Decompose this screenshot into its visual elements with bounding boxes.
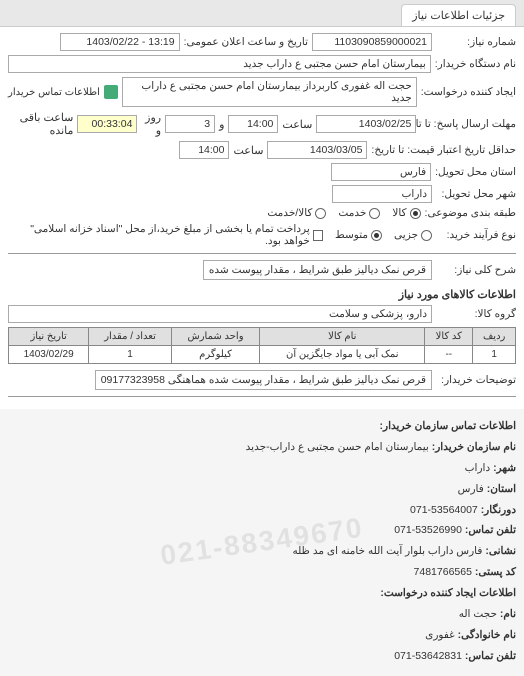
validity-label: حداقل تاریخ اعتبار قیمت: تا تاریخ: bbox=[371, 144, 516, 156]
phone-label: تلفن تماس: bbox=[465, 524, 516, 536]
buyer-notes-field: قرص نمک دیالیز طبق شرایط ، مقدار پیوست ش… bbox=[95, 370, 432, 390]
fname-value: حجت اله bbox=[459, 608, 497, 620]
process-radio-group: جزیی متوسط پرداخت تمام یا بخشی از مبلغ خ… bbox=[8, 223, 432, 247]
delivery-city-field: داراب bbox=[332, 185, 432, 203]
buyer-notes-label: توضیحات خریدار: bbox=[436, 374, 516, 386]
buyer-device-label: نام دستگاه خریدار: bbox=[435, 58, 516, 70]
address-value: فارس داراب بلوار آیت الله خامنه ای مد ظل… bbox=[292, 545, 482, 557]
contact-section-title: اطلاعات تماس سازمان خریدار: bbox=[380, 420, 516, 432]
city-value: داراب bbox=[465, 462, 490, 474]
cell-name: نمک آبی یا مواد جایگزین آن bbox=[260, 346, 425, 364]
overall-desc-field: قرص نمک دیالیز طبق شرایط ، مقدار پیوست ش… bbox=[203, 260, 432, 280]
group-field: دارو، پزشکی و سلامت bbox=[8, 305, 432, 323]
fax-label: دورنگار: bbox=[481, 504, 516, 516]
cell-code: -- bbox=[425, 346, 473, 364]
city-label: شهر: bbox=[493, 462, 516, 474]
th-unit: واحد شمارش bbox=[171, 328, 259, 346]
fax-value: 53564007-071 bbox=[410, 504, 478, 516]
category-label: طبقه بندی موضوعی: bbox=[425, 207, 516, 219]
deadline-date-field: 1403/02/25 bbox=[316, 115, 416, 133]
cphone-value: 53642831-071 bbox=[394, 650, 462, 662]
time-label-1: ساعت bbox=[282, 118, 312, 131]
day-and-label: روز و bbox=[141, 111, 161, 137]
delivery-province-label: استان محل تحویل: bbox=[435, 166, 516, 178]
radio-service-label: خدمت bbox=[338, 207, 366, 219]
tab-need-details[interactable]: جزئیات اطلاعات نیاز bbox=[401, 4, 516, 26]
cell-unit: کیلوگرم bbox=[171, 346, 259, 364]
lname-label: نام خانوادگی: bbox=[458, 629, 516, 641]
postal-value: 7481766565 bbox=[414, 566, 472, 578]
time-remaining-field: 00:33:04 bbox=[77, 115, 137, 133]
and-label: و bbox=[219, 118, 224, 131]
validity-date-field: 1403/03/05 bbox=[267, 141, 367, 159]
phone-value: 53526990-071 bbox=[394, 524, 462, 536]
group-label: گروه کالا: bbox=[436, 308, 516, 320]
address-label: نشانی: bbox=[485, 545, 516, 557]
cell-qty: 1 bbox=[89, 346, 172, 364]
province-value: فارس bbox=[458, 483, 484, 495]
goods-section-title: اطلاعات کالاهای مورد نیاز bbox=[8, 284, 516, 305]
delivery-province-field: فارس bbox=[331, 163, 431, 181]
radio-small[interactable] bbox=[421, 230, 432, 241]
process-label: نوع فرآیند خرید: bbox=[436, 229, 516, 241]
public-datetime-label: تاریخ و ساعت اعلان عمومی: bbox=[184, 36, 308, 48]
checkbox-treasury[interactable] bbox=[313, 230, 323, 241]
radio-service[interactable] bbox=[369, 208, 380, 219]
cell-date: 1403/02/29 bbox=[9, 346, 89, 364]
buyer-contact-block: 021-88349670 اطلاعات تماس سازمان خریدار:… bbox=[0, 409, 524, 676]
lname-value: غفوری bbox=[425, 629, 455, 641]
radio-medium-label: متوسط bbox=[335, 229, 368, 241]
need-header-section: شماره نیاز: 1103090859000021 تاریخ و ساع… bbox=[0, 27, 524, 409]
th-idx: ردیف bbox=[473, 328, 516, 346]
deadline-label: مهلت ارسال پاسخ: تا تاریخ: bbox=[420, 118, 516, 130]
time-label-2: ساعت bbox=[233, 144, 263, 157]
buyer-device-field: بیمارستان امام حسن مجتبی ع داراب جدید bbox=[8, 55, 431, 73]
radio-medium[interactable] bbox=[371, 230, 382, 241]
th-date: تاریخ نیاز bbox=[9, 328, 89, 346]
org-name-label: نام سازمان خریدار: bbox=[432, 441, 516, 453]
th-name: نام کالا bbox=[260, 328, 425, 346]
radio-goods-service[interactable] bbox=[315, 208, 326, 219]
creator-section-title: اطلاعات ایجاد کننده درخواست: bbox=[380, 587, 516, 599]
cell-idx: 1 bbox=[473, 346, 516, 364]
contact-icon[interactable] bbox=[104, 85, 118, 99]
validity-time-field: 14:00 bbox=[179, 141, 229, 159]
radio-goods-service-label: کالا/خدمت bbox=[267, 207, 312, 219]
need-number-label: شماره نیاز: bbox=[436, 36, 516, 48]
category-radio-group: کالا خدمت کالا/خدمت bbox=[267, 207, 420, 219]
table-header-row: ردیف کد کالا نام کالا واحد شمارش تعداد /… bbox=[9, 328, 516, 346]
public-datetime-field: 13:19 - 1403/02/22 bbox=[60, 33, 180, 51]
requester-field: حجت اله غفوری کاربرداز بیمارستان امام حس… bbox=[122, 77, 417, 107]
province-label: استان: bbox=[487, 483, 516, 495]
table-row[interactable]: 1 -- نمک آبی یا مواد جایگزین آن کیلوگرم … bbox=[9, 346, 516, 364]
cphone-label: تلفن تماس: bbox=[465, 650, 516, 662]
need-number-field: 1103090859000021 bbox=[312, 33, 432, 51]
radio-goods-label: کالا bbox=[392, 207, 406, 219]
th-code: کد کالا bbox=[425, 328, 473, 346]
radio-goods[interactable] bbox=[410, 208, 421, 219]
days-remaining-field: 3 bbox=[165, 115, 215, 133]
time-remaining-label: ساعت باقی مانده bbox=[8, 111, 73, 137]
tab-bar: جزئیات اطلاعات نیاز bbox=[0, 0, 524, 27]
delivery-city-label: شهر محل تحویل: bbox=[436, 188, 516, 200]
radio-small-label: جزیی bbox=[394, 229, 418, 241]
overall-desc-label: شرح کلی نیاز: bbox=[436, 264, 516, 276]
deadline-time-field: 14:00 bbox=[228, 115, 278, 133]
buyer-contact-link[interactable]: اطلاعات تماس خریدار bbox=[8, 87, 100, 98]
th-qty: تعداد / مقدار bbox=[89, 328, 172, 346]
goods-table: ردیف کد کالا نام کالا واحد شمارش تعداد /… bbox=[8, 327, 516, 364]
postal-label: کد پستی: bbox=[475, 566, 516, 578]
org-name-value: بیمارستان امام حسن مجتبی ع داراب-جدید bbox=[246, 441, 429, 453]
fname-label: نام: bbox=[500, 608, 516, 620]
treasury-note: پرداخت تمام یا بخشی از مبلغ خرید،از محل … bbox=[8, 223, 310, 247]
requester-label: ایجاد کننده درخواست: bbox=[421, 86, 516, 98]
